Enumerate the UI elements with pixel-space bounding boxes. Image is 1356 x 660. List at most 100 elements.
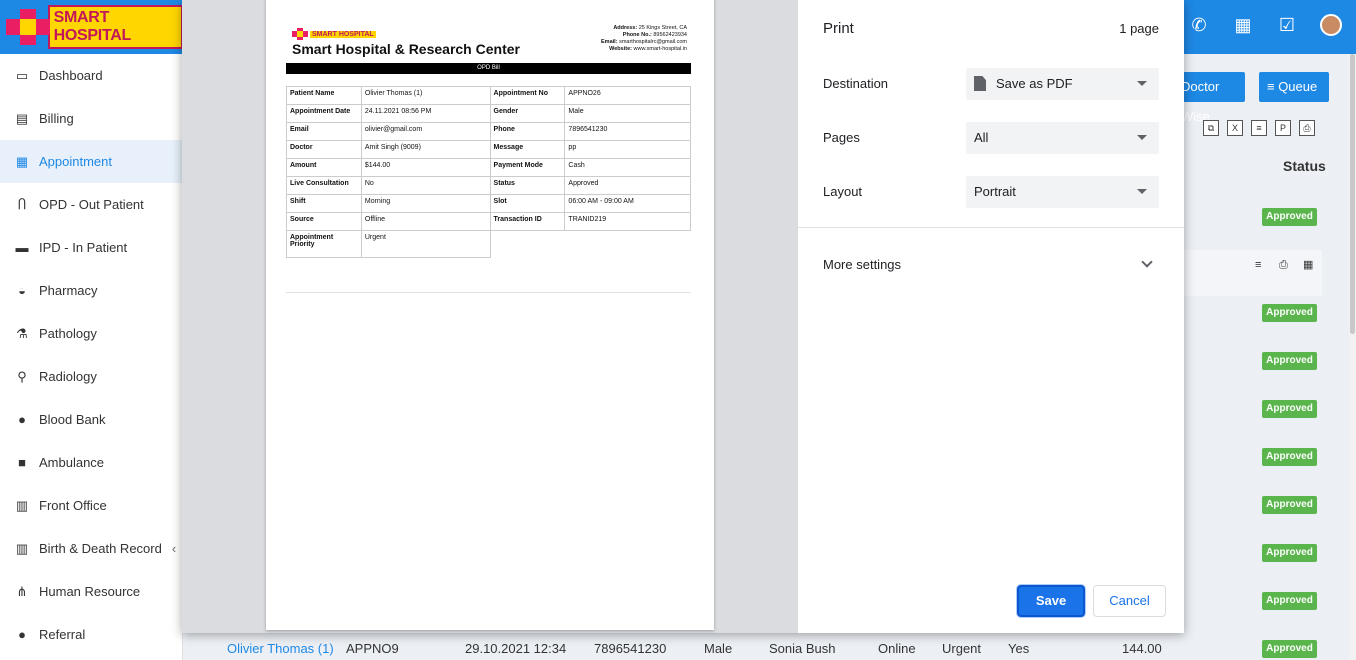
doctor: Sonia Bush <box>769 641 836 656</box>
csv-icon[interactable]: ≡ <box>1251 120 1267 136</box>
sidebar-item-label: Radiology <box>39 369 97 384</box>
table-cell: Appointment No <box>489 86 566 105</box>
table-row: Amount $144.00 Payment Mode Cash <box>286 158 691 177</box>
live-consultation: Yes <box>1008 641 1030 656</box>
layout-label: Layout <box>823 184 863 199</box>
bill-title-bar: OPD Bill <box>286 63 691 74</box>
bed-icon: ▬ <box>15 239 29 255</box>
sidebar-item-radiology[interactable]: ⚲ Radiology <box>0 355 182 398</box>
sidebar-item-label: Ambulance <box>39 455 105 470</box>
dropdown-arrow-icon <box>1137 189 1147 194</box>
app-logo[interactable]: SMART HOSPITAL <box>0 0 183 54</box>
table-cell: Amit Singh (9009) <box>360 140 491 159</box>
sidebar-item-opd-out-patient[interactable]: Ⴖ OPD - Out Patient <box>0 183 182 226</box>
table-row: Appointment Date 24.11.2021 08:56 PM Gende… <box>286 104 691 123</box>
page-scrollbar[interactable] <box>1349 54 1356 660</box>
menu-icon[interactable]: ≡ <box>1255 258 1269 272</box>
whatsapp-icon[interactable]: ✆ <box>1188 14 1210 36</box>
mortar-pestle-icon: ◒ <box>18 282 26 298</box>
table-cell: 06:00 AM - 09:00 AM <box>564 194 691 213</box>
sidebar-item-pharmacy[interactable]: ◒ Pharmacy <box>0 269 182 312</box>
ambulance-icon: ■ <box>18 454 26 470</box>
table-cell: Source <box>286 212 362 231</box>
page-count: 1 page <box>1119 21 1159 36</box>
sidebar-item-front-office[interactable]: ▥ Front Office <box>0 484 182 527</box>
table-cell: Amount <box>286 158 362 177</box>
table-cell: Doctor <box>286 140 362 159</box>
calendar-icon[interactable]: ▦ <box>1303 258 1317 272</box>
pages-label: Pages <box>823 130 860 145</box>
pdf-icon[interactable]: P <box>1275 120 1291 136</box>
table-cell: Transaction ID <box>489 212 566 231</box>
sidebar-item-pathology[interactable]: ⚗ Pathology <box>0 312 182 355</box>
sidebar-item-appointment[interactable]: ▦ Appointment <box>0 140 182 183</box>
checkbox-icon[interactable]: ☑ <box>1276 14 1298 36</box>
table-cell: Live Consultation <box>286 176 362 195</box>
top-icons: ✆ ▦ ☑ <box>1188 14 1342 36</box>
table-cell: Shift <box>286 194 362 213</box>
sidebar-item-label: Pathology <box>39 326 97 341</box>
empty-cell <box>490 231 690 258</box>
sidebar-item-blood-bank[interactable]: ● Blood Bank <box>0 398 182 441</box>
sidebar-item-birth-death-record[interactable]: ▥ Birth & Death Record ‹ <box>0 527 182 570</box>
sidebar-item-referral[interactable]: ● Referral <box>0 613 182 656</box>
avatar[interactable] <box>1320 14 1342 36</box>
status-badge: Approved <box>1262 352 1317 370</box>
table-row: Appointment Priority Urgent <box>286 230 691 258</box>
sidebar-item-label: Appointment <box>39 154 112 169</box>
patient-link[interactable]: Olivier Thomas (1) <box>227 641 334 656</box>
queue-button[interactable]: ≡ Queue <box>1259 72 1329 102</box>
people-icon: ▥ <box>15 540 29 556</box>
sidebar-item-human-resource[interactable]: ⋔ Human Resource <box>0 570 182 613</box>
gender: Male <box>704 641 733 656</box>
table-cell: olivier@gmail.com <box>360 122 491 141</box>
layout-select[interactable]: Portrait <box>966 176 1159 208</box>
print-dialog: SMART HOSPITAL Smart Hospital & Research… <box>182 0 1184 633</box>
table-cell: Message <box>489 140 566 159</box>
cancel-button[interactable]: Cancel <box>1093 585 1166 617</box>
sidebar-item-billing[interactable]: ▤ Billing <box>0 97 182 140</box>
preview-page: SMART HOSPITAL Smart Hospital & Research… <box>266 0 714 630</box>
destination-select[interactable]: Save as PDF <box>966 68 1159 100</box>
sidebar-item-label: Referral <box>39 627 86 642</box>
divider <box>798 227 1184 228</box>
microscope-icon: ⚲ <box>17 368 27 384</box>
chevron-down-icon[interactable] <box>1141 256 1153 268</box>
destination-label: Destination <box>823 76 889 91</box>
more-settings-toggle[interactable]: More settings <box>823 257 901 272</box>
stethoscope-icon: Ⴖ <box>17 196 27 212</box>
table-row: Doctor Amit Singh (9009) Message pp <box>286 140 691 159</box>
table-row: Email olivier@gmail.com Phone 7896541230 <box>286 122 691 141</box>
table-row[interactable]: Olivier Thomas (1) APPNO9 29.10.2021 12:… <box>216 637 1336 660</box>
status-badge: Approved <box>1262 496 1317 514</box>
table-cell: Morning <box>360 194 491 213</box>
status-badge: Approved <box>1262 400 1317 418</box>
print-icon[interactable]: ⎙ <box>1299 120 1315 136</box>
status-badge: Approved <box>1262 544 1317 562</box>
status-badge: Approved <box>1262 208 1317 226</box>
sidebar-item-dashboard[interactable]: ▭ Dashboard <box>0 54 182 97</box>
status-column-header[interactable]: Status <box>1283 158 1326 174</box>
pages-select[interactable]: All <box>966 122 1159 154</box>
appointment-no: APPNO9 <box>346 641 399 656</box>
save-button[interactable]: Save <box>1017 585 1085 617</box>
calendar-check-icon: ▦ <box>15 153 29 169</box>
table-cell: Slot <box>489 194 566 213</box>
print-icon[interactable]: ⎙ <box>1279 258 1293 272</box>
table-cell: pp <box>564 140 691 159</box>
chevron-left-icon[interactable]: ‹ <box>172 541 176 556</box>
calendar-icon[interactable]: ▦ <box>1232 14 1254 36</box>
sidebar-item-label: Dashboard <box>39 68 103 83</box>
table-cell: TRANID219 <box>564 212 691 231</box>
copy-icon[interactable]: ⧉ <box>1203 120 1219 136</box>
users-icon: ● <box>18 626 26 642</box>
hospital-name: Smart Hospital & Research Center <box>292 41 520 57</box>
appointment-date: 29.10.2021 12:34 <box>465 641 567 656</box>
sidebar-item-ipd-in-patient[interactable]: ▬ IPD - In Patient <box>0 226 182 269</box>
status-badge: Approved <box>1262 592 1317 610</box>
excel-icon[interactable]: X <box>1227 120 1243 136</box>
sidebar-item-label: IPD - In Patient <box>39 240 128 255</box>
sidebar-item-ambulance[interactable]: ■ Ambulance <box>0 441 182 484</box>
divider <box>286 292 691 293</box>
table-cell: Phone <box>489 122 566 141</box>
